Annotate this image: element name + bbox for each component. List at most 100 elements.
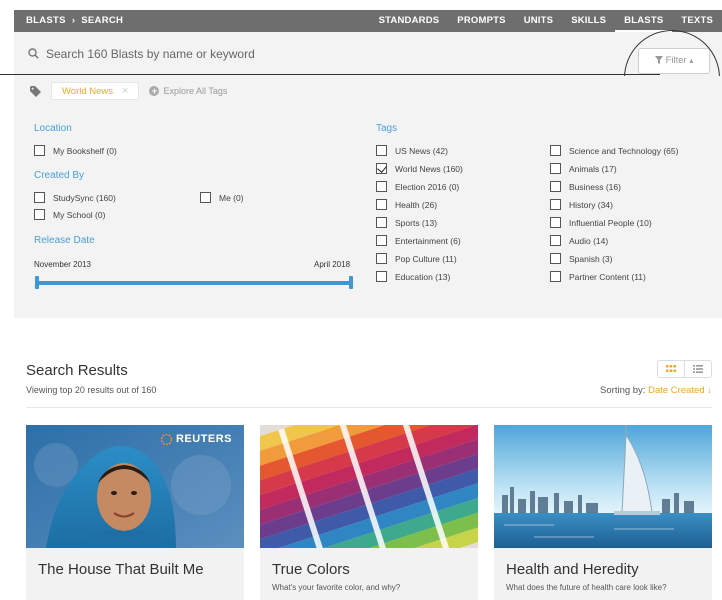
checkbox-box[interactable] [34, 145, 45, 156]
nav-texts[interactable]: TEXTS [672, 10, 722, 32]
checkbox-label: Animals (17) [569, 163, 617, 174]
list-view-icon [693, 365, 703, 373]
checkbox-box[interactable] [550, 217, 561, 228]
card-body: Health and Heredity What does the future… [494, 548, 712, 600]
divider [26, 407, 712, 408]
checkbox-label: Health (26) [395, 199, 438, 210]
checkbox-tag[interactable]: US News (42) [376, 145, 448, 156]
main-nav: STANDARDS PROMPTS UNITS SKILLS BLASTS TE… [370, 10, 722, 32]
result-card[interactable]: Health and Heredity What does the future… [494, 425, 712, 600]
explore-all-tags-link[interactable]: + Explore All Tags [149, 86, 227, 96]
checkbox-box[interactable] [200, 192, 211, 203]
checkbox-box[interactable] [550, 163, 561, 174]
checkbox-label: Partner Content (11) [569, 271, 646, 282]
created-by-heading: Created By [34, 170, 85, 181]
nav-standards[interactable]: STANDARDS [370, 10, 449, 32]
breadcrumb-separator: › [71, 15, 76, 26]
card-title: True Colors [272, 561, 350, 578]
active-tag-label: World News [62, 85, 114, 97]
checkbox-tag[interactable]: Animals (17) [550, 163, 617, 174]
release-date-slider[interactable] [35, 281, 353, 285]
checkbox-me[interactable]: Me (0) [200, 192, 244, 203]
checkbox-tag[interactable]: Entertainment (6) [376, 235, 461, 246]
view-toggle [657, 360, 712, 378]
slider-end-handle[interactable] [349, 276, 353, 289]
remove-tag-icon[interactable]: × [122, 85, 128, 97]
checkbox-tag[interactable]: Health (26) [376, 199, 437, 210]
checkbox-box[interactable] [376, 271, 387, 282]
checkbox-label: Business (16) [569, 181, 621, 192]
checkbox-tag[interactable]: Business (16) [550, 181, 621, 192]
list-view-button[interactable] [684, 361, 711, 377]
nav-prompts[interactable]: PROMPTS [448, 10, 514, 32]
grid-view-button[interactable] [658, 361, 684, 377]
result-card[interactable]: REUTERS The House That Built Me [26, 425, 244, 600]
checkbox-my-school[interactable]: My School (0) [34, 209, 105, 220]
checkbox-tag[interactable]: Spanish (3) [550, 253, 612, 264]
search-input[interactable] [46, 44, 566, 64]
reuters-badge: REUTERS [160, 433, 232, 445]
top-nav-bar: BLASTS › SEARCH STANDARDS PROMPTS UNITS SK… [14, 10, 722, 32]
checkbox-box[interactable] [550, 253, 561, 264]
checkbox-label: Entertainment (6) [395, 235, 461, 246]
checkbox-box[interactable] [550, 181, 561, 192]
checkbox-label: Education (13) [395, 271, 451, 282]
location-heading: Location [34, 123, 72, 134]
checkbox-label: Me (0) [219, 192, 244, 203]
checkbox-tag[interactable]: Influential People (10) [550, 217, 652, 228]
sorting-value[interactable]: Date Created ↓ [648, 385, 712, 396]
checkbox-tag[interactable]: Education (13) [376, 271, 450, 282]
nav-skills[interactable]: SKILLS [562, 10, 615, 32]
checkbox-label: Sports (13) [395, 217, 438, 228]
checkbox-box[interactable] [34, 209, 45, 220]
checkbox-tag[interactable]: Partner Content (11) [550, 271, 646, 282]
result-card[interactable]: True Colors What's your favorite color, … [260, 425, 478, 600]
checkbox-tag[interactable]: History (34) [550, 199, 613, 210]
card-body: The House That Built Me [26, 548, 244, 600]
search-icon [28, 48, 39, 59]
checkbox-box[interactable] [550, 271, 561, 282]
checkbox-tag[interactable]: Sports (13) [376, 217, 437, 228]
funnel-icon [654, 56, 663, 64]
tags-heading: Tags [376, 123, 398, 134]
checkbox-tag[interactable]: Audio (14) [550, 235, 608, 246]
checkbox-box[interactable] [376, 235, 387, 246]
checkbox-box[interactable] [376, 181, 387, 192]
slider-start-handle[interactable] [35, 276, 39, 289]
date-range-start: November 2013 [34, 260, 91, 269]
card-subtitle: What's your favorite color, and why? [272, 583, 401, 592]
card-image-city-skyline [494, 425, 712, 548]
checkbox-box[interactable] [376, 199, 387, 210]
checkbox-tag[interactable]: World News (160) [376, 163, 463, 174]
checkbox-tag[interactable]: Pop Culture (11) [376, 253, 457, 264]
checkbox-label: US News (42) [395, 145, 448, 156]
checkbox-label: Pop Culture (11) [395, 253, 457, 264]
card-body: True Colors What's your favorite color, … [260, 548, 478, 600]
caret-up-icon: ▴ [689, 56, 694, 65]
checkbox-box[interactable] [550, 145, 561, 156]
checkbox-tag[interactable]: Election 2016 (0) [376, 181, 459, 192]
checkbox-box[interactable] [376, 217, 387, 228]
checkbox-label: Influential People (10) [569, 217, 652, 228]
sorting-label: Sorting by: [600, 385, 646, 396]
reuters-label: REUTERS [175, 433, 232, 445]
reuters-logo-icon [160, 433, 172, 445]
checkbox-box[interactable] [550, 235, 561, 246]
checkbox-tag[interactable]: Science and Technology (65) [550, 145, 678, 156]
date-range-end: April 2018 [314, 260, 351, 269]
checkbox-box[interactable] [376, 253, 387, 264]
breadcrumb-root[interactable]: BLASTS [26, 15, 66, 26]
checkbox-studysync[interactable]: StudySync (160) [34, 192, 116, 203]
checkbox-box-checked[interactable] [376, 163, 387, 174]
checkbox-box[interactable] [376, 145, 387, 156]
active-tag-chip[interactable]: World News × [51, 82, 140, 100]
filter-button[interactable]: Filter ▴ [638, 48, 710, 74]
checkbox-label: Science and Technology (65) [569, 145, 679, 156]
grid-view-icon [666, 365, 676, 372]
checkbox-box[interactable] [550, 199, 561, 210]
checkbox-label: Election 2016 (0) [395, 181, 460, 192]
nav-blasts[interactable]: BLASTS [615, 10, 673, 32]
checkbox-my-bookshelf[interactable]: My Bookshelf (0) [34, 145, 117, 156]
nav-units[interactable]: UNITS [515, 10, 563, 32]
checkbox-box[interactable] [34, 192, 45, 203]
